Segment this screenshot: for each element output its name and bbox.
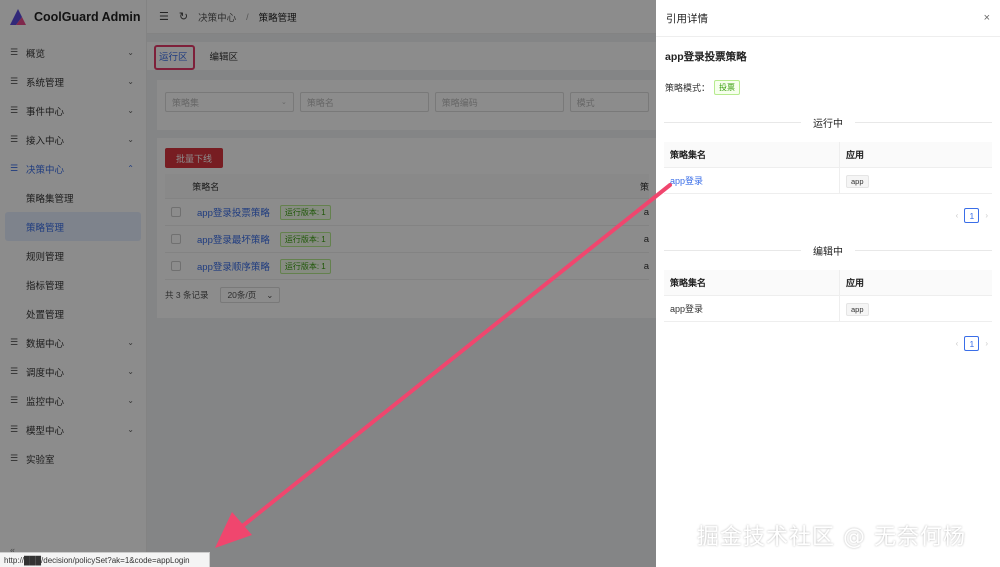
running-section-title: 运行中 (813, 119, 843, 130)
current-page[interactable]: 1 (964, 336, 980, 351)
editing-table: 策略集名 应用 app登录 app (664, 270, 992, 322)
table-row: app登录 app (664, 296, 992, 322)
watermark: 掘金技术社区 @ 无奈何杨 (697, 525, 966, 550)
prev-page-icon[interactable]: ‹ (956, 211, 959, 220)
drawer-title: 引用详情 (666, 12, 708, 25)
app-badge: app (846, 174, 869, 188)
policyset-link[interactable]: app登录 (664, 168, 840, 193)
editing-section-divider: 编辑中 (664, 243, 992, 258)
next-page-icon[interactable]: › (985, 339, 988, 348)
editing-section-title: 编辑中 (813, 247, 843, 258)
policy-mode-row: 策略模式： 投票 (665, 80, 1000, 95)
column-header-policyset: 策略集名 (664, 270, 840, 295)
editing-pagination: ‹ 1 › (656, 336, 988, 351)
column-header-app: 应用 (846, 150, 865, 160)
column-header-app: 应用 (846, 278, 865, 288)
table-header: 策略集名 应用 (664, 270, 992, 296)
policyset-name: app登录 (664, 296, 840, 321)
running-table: 策略集名 应用 app登录 app (664, 142, 992, 194)
running-section-divider: 运行中 (664, 115, 992, 130)
current-page[interactable]: 1 (964, 208, 980, 223)
policy-mode-badge: 投票 (714, 80, 741, 95)
policy-mode-label: 策略模式： (665, 83, 711, 93)
next-page-icon[interactable]: › (985, 211, 988, 220)
drawer-header: 引用详情 × (656, 0, 1000, 37)
table-header: 策略集名 应用 (664, 142, 992, 168)
drawer-mask[interactable] (0, 0, 656, 567)
prev-page-icon[interactable]: ‹ (956, 339, 959, 348)
browser-status-url: http://███/decision/policySet?ak=1&code=… (0, 552, 210, 567)
running-pagination: ‹ 1 › (656, 208, 988, 223)
policy-name: app登录投票策略 (665, 51, 747, 63)
table-row: app登录 app (664, 168, 992, 194)
column-header-policyset: 策略集名 (664, 142, 840, 167)
close-icon[interactable]: × (984, 12, 990, 24)
reference-detail-drawer: 引用详情 × app登录投票策略 策略模式： 投票 运行中 策略集名 应用 ap… (656, 0, 1000, 567)
app-badge: app (846, 302, 869, 316)
